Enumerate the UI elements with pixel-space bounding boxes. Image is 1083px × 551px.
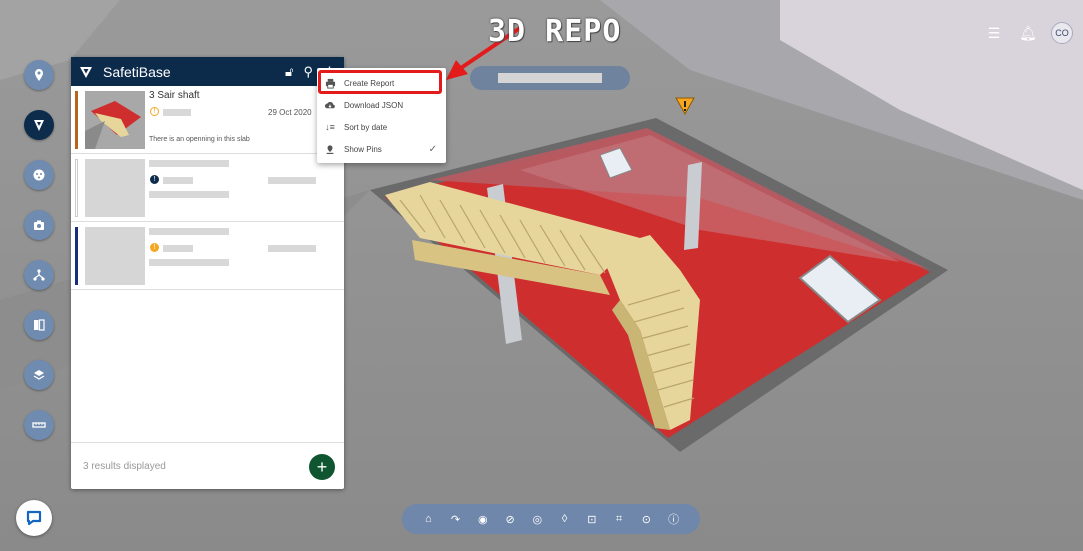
info-status-icon: ! bbox=[150, 175, 159, 184]
issue-priority-stripe bbox=[75, 227, 78, 285]
check-icon: ✓ bbox=[428, 143, 437, 155]
viewer-toolbar: ⌂ ↷ ◉ ⊘ ◎ ◊ ⊡ ⌗ ⊙ ⓘ bbox=[402, 504, 700, 534]
rail-issues-button[interactable] bbox=[24, 160, 54, 190]
compare-icon bbox=[34, 319, 45, 331]
rail-measure-button[interactable] bbox=[24, 410, 54, 440]
search-icon[interactable]: ⚲ bbox=[303, 64, 313, 80]
rail-tree-button[interactable] bbox=[24, 260, 54, 290]
show-all-icon[interactable]: ◉ bbox=[474, 510, 492, 528]
issue-date: 29 Oct 2020 bbox=[268, 108, 312, 117]
rail-camera-button[interactable] bbox=[24, 210, 54, 240]
menu-item-label: Sort by date bbox=[344, 122, 388, 132]
issue-owner-placeholder bbox=[163, 245, 193, 252]
cloud-download-icon bbox=[324, 99, 336, 111]
navigation-mode-icon[interactable]: ↷ bbox=[447, 510, 465, 528]
menu-item-label: Show Pins bbox=[344, 144, 382, 154]
warning-status-icon: ! bbox=[150, 243, 159, 252]
issue-thumbnail bbox=[85, 227, 145, 285]
chat-icon bbox=[26, 510, 42, 526]
panel-options-menu: Create Report Download JSON ↓≡ Sort by d… bbox=[317, 68, 446, 163]
home-icon[interactable]: ⌂ bbox=[419, 510, 437, 528]
info-icon[interactable]: ⓘ bbox=[665, 510, 683, 528]
results-count: 3 results displayed bbox=[83, 460, 166, 472]
ruler-icon bbox=[32, 422, 46, 428]
menu-item-label: Create Report bbox=[344, 78, 395, 88]
tree-icon bbox=[33, 269, 45, 281]
menu-item-create-report[interactable]: Create Report bbox=[317, 72, 446, 94]
menu-item-label: Download JSON bbox=[344, 100, 404, 110]
issue-list-item[interactable]: 3 Sair shaft ! 29 Oct 2020 There is an o… bbox=[71, 86, 344, 154]
pin-icon bbox=[324, 143, 336, 155]
list-icon[interactable]: ☰ bbox=[983, 22, 1005, 44]
issue-title: 3 Sair shaft bbox=[149, 90, 200, 101]
rail-pin-button[interactable] bbox=[24, 60, 54, 90]
printer-icon bbox=[324, 77, 336, 89]
safetibase-icon bbox=[34, 120, 44, 131]
safetibase-panel: SafetiBase 🔓︎ ⚲ ⋮ 3 Sair shaft ! 29 Oct … bbox=[71, 57, 344, 489]
hide-icon[interactable]: ⊘ bbox=[501, 510, 519, 528]
clip-icon[interactable]: ⌗ bbox=[610, 510, 628, 528]
bell-icon[interactable]: 🔔︎ bbox=[1017, 22, 1039, 44]
issue-description-placeholder bbox=[149, 191, 229, 198]
menu-item-sort-by-date[interactable]: ↓≡ Sort by date bbox=[317, 116, 446, 138]
chat-button[interactable] bbox=[16, 500, 52, 536]
layers-icon bbox=[33, 370, 45, 380]
map-pin-icon bbox=[35, 69, 43, 81]
panel-footer: 3 results displayed + bbox=[71, 442, 344, 489]
rail-safetibase-button[interactable] bbox=[24, 110, 54, 140]
isolate-icon[interactable]: ◎ bbox=[528, 510, 546, 528]
left-rail bbox=[24, 60, 54, 440]
lock-icon[interactable]: 🔓︎ bbox=[285, 64, 293, 80]
camera-icon bbox=[34, 220, 44, 230]
issue-thumbnail bbox=[85, 91, 145, 149]
panel-header: SafetiBase 🔓︎ ⚲ ⋮ bbox=[71, 57, 344, 86]
top-right-actions: ☰ 🔔︎ CO bbox=[983, 22, 1073, 44]
issue-description: There is an openning in this slab bbox=[149, 136, 250, 143]
menu-item-download-json[interactable]: Download JSON bbox=[317, 94, 446, 116]
visibility-off-icon[interactable]: ◊ bbox=[556, 510, 574, 528]
model-title-placeholder bbox=[498, 73, 602, 83]
model-title-pill[interactable] bbox=[470, 66, 630, 90]
issue-thumbnail bbox=[85, 159, 145, 217]
focus-icon[interactable]: ⊡ bbox=[583, 510, 601, 528]
issue-priority-stripe bbox=[75, 91, 78, 149]
issue-list-item[interactable]: ! bbox=[71, 154, 344, 222]
target-icon[interactable]: ⊙ bbox=[637, 510, 655, 528]
issue-description-placeholder bbox=[149, 259, 229, 266]
user-avatar[interactable]: CO bbox=[1051, 22, 1073, 44]
sort-icon: ↓≡ bbox=[325, 122, 335, 132]
rail-layers-button[interactable] bbox=[24, 360, 54, 390]
menu-item-show-pins[interactable]: Show Pins ✓ bbox=[317, 138, 446, 160]
issue-owner-placeholder bbox=[163, 177, 193, 184]
issue-owner-placeholder bbox=[163, 109, 191, 116]
panel-title: SafetiBase bbox=[103, 63, 171, 80]
add-item-button[interactable]: + bbox=[309, 454, 335, 480]
issues-icon bbox=[33, 169, 45, 181]
issue-date-placeholder bbox=[268, 177, 316, 184]
rail-compare-button[interactable] bbox=[24, 310, 54, 340]
issue-title-placeholder bbox=[149, 160, 229, 167]
app-logo: 3D REPO bbox=[488, 14, 622, 49]
issue-title-placeholder bbox=[149, 228, 229, 235]
issue-priority-stripe bbox=[75, 159, 78, 217]
warning-status-icon: ! bbox=[150, 107, 159, 116]
safetibase-logo-icon bbox=[80, 66, 92, 78]
issue-date-placeholder bbox=[268, 245, 316, 252]
issue-list-item[interactable]: ! bbox=[71, 222, 344, 290]
